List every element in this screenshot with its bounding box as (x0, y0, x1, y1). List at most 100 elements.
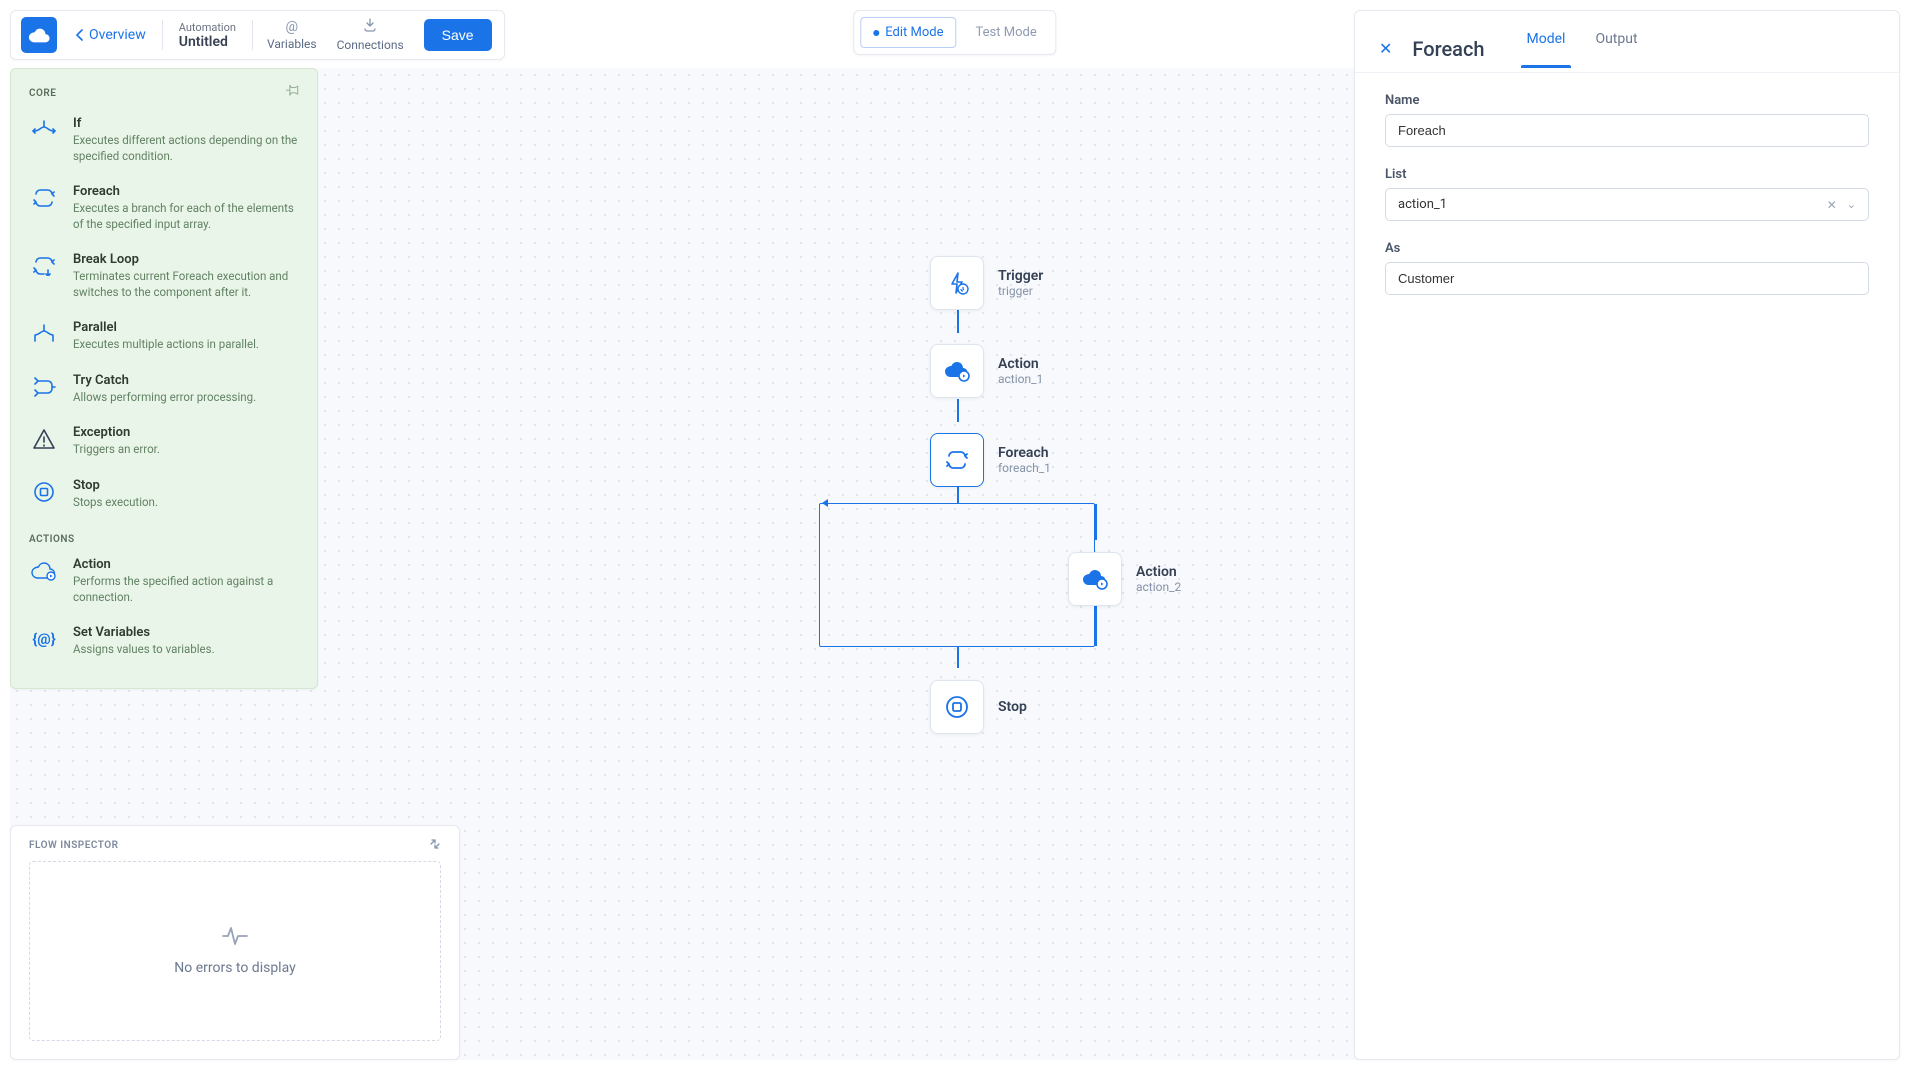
palette-item-stop[interactable]: Stop Stops execution. (15, 468, 313, 521)
palette-item-setvars[interactable]: {@} Set Variables Assigns values to varia… (15, 615, 313, 668)
active-dot-icon (873, 30, 879, 36)
main-toolbar: Overview Automation Untitled @ Variables… (10, 10, 505, 60)
node-id: foreach_1 (998, 461, 1051, 475)
node-id: action_1 (998, 372, 1043, 386)
as-label: As (1385, 241, 1869, 256)
action-icon (930, 344, 984, 398)
import-icon (363, 18, 377, 36)
node-id: trigger (998, 284, 1043, 298)
pin-icon[interactable] (286, 85, 299, 102)
component-palette: CORE IfExecutes different actions depend… (10, 68, 318, 689)
node-action-2[interactable]: Actionaction_2 (1068, 552, 1181, 606)
item-name: Stop (73, 478, 158, 493)
item-name: Try Catch (73, 373, 256, 388)
panel-title: Foreach (1412, 37, 1484, 61)
variables-label: Variables (267, 37, 317, 51)
action-icon (29, 557, 59, 585)
palette-item-if[interactable]: IfExecutes different actions depending o… (15, 106, 313, 174)
properties-panel: ✕ Foreach Model Output Name List action_… (1354, 10, 1900, 1060)
automation-title[interactable]: Automation Untitled (167, 21, 248, 50)
palette-item-trycatch[interactable]: Try CatchAllows performing error process… (15, 363, 313, 416)
connector (1095, 504, 1097, 540)
flow-inspector: FLOW INSPECTOR No errors to display (10, 825, 460, 1060)
save-button[interactable]: Save (424, 19, 492, 51)
stop-icon (930, 680, 984, 734)
inspector-title: FLOW INSPECTOR (29, 840, 119, 851)
close-icon[interactable]: ✕ (1379, 39, 1392, 58)
item-name: Break Loop (73, 252, 299, 267)
name-input[interactable] (1385, 114, 1869, 147)
item-desc: Executes different actions depending on … (73, 133, 299, 164)
connector (957, 399, 959, 422)
activity-icon (222, 926, 248, 950)
connector (957, 487, 959, 503)
edit-mode-label: Edit Mode (885, 25, 943, 40)
cloud-icon (28, 27, 50, 43)
test-mode-button[interactable]: Test Mode (963, 17, 1050, 48)
foreach-loop-frame (819, 503, 1095, 647)
tab-model[interactable]: Model (1521, 31, 1572, 67)
as-input[interactable] (1385, 262, 1869, 295)
tab-output[interactable]: Output (1589, 31, 1643, 67)
test-mode-label: Test Mode (976, 25, 1037, 40)
chevron-down-icon[interactable]: ⌄ (1847, 198, 1856, 212)
node-foreach[interactable]: Foreachforeach_1 (930, 433, 1051, 487)
automation-name: Untitled (179, 34, 236, 50)
node-name: Trigger (998, 268, 1043, 284)
palette-item-parallel[interactable]: ParallelExecutes multiple actions in par… (15, 310, 313, 363)
trycatch-icon (29, 373, 59, 401)
item-desc: Stops execution. (73, 495, 158, 511)
flow-graph: Triggertrigger Actionaction_1 Foreachfor… (875, 190, 1275, 790)
foreach-icon (29, 184, 59, 212)
item-name: Set Variables (73, 625, 215, 640)
item-desc: Performs the specified action against a … (73, 574, 299, 605)
divider (162, 20, 163, 50)
node-stop[interactable]: Stop (930, 680, 1027, 734)
palette-item-foreach[interactable]: Foreach Executes a branch for each of the… (15, 174, 313, 242)
parallel-icon (29, 320, 59, 348)
overview-label: Overview (89, 27, 146, 43)
setvars-icon: {@} (29, 625, 59, 653)
trigger-icon (930, 256, 984, 310)
foreach-icon (930, 433, 984, 487)
action-icon (1068, 552, 1122, 606)
item-desc: Executes multiple actions in parallel. (73, 337, 259, 353)
inspector-empty-message: No errors to display (174, 960, 295, 976)
clear-icon[interactable]: ✕ (1827, 198, 1837, 212)
item-desc: Executes a branch for each of the elemen… (73, 201, 299, 232)
list-select[interactable]: action_1 ✕ ⌄ (1385, 188, 1869, 221)
item-desc: Terminates current Foreach execution and… (73, 269, 299, 300)
palette-actions-header: ACTIONS (15, 520, 313, 547)
palette-item-breakloop[interactable]: Break Loop Terminates current Foreach exe… (15, 242, 313, 310)
overview-link[interactable]: Overview (63, 27, 158, 43)
palette-core-header: CORE (29, 88, 56, 99)
arrow-icon (822, 498, 832, 508)
node-trigger[interactable]: Triggertrigger (930, 256, 1043, 310)
item-name: Exception (73, 425, 160, 440)
node-id: action_2 (1136, 580, 1181, 594)
list-value: action_1 (1398, 197, 1447, 212)
stop-icon (29, 478, 59, 506)
item-desc: Assigns values to variables. (73, 642, 215, 658)
expand-icon[interactable] (429, 838, 441, 853)
connections-tab[interactable]: Connections (327, 18, 414, 52)
mode-selector: Edit Mode Test Mode (853, 10, 1056, 55)
node-name: Foreach (998, 445, 1051, 461)
app-logo[interactable] (21, 17, 57, 53)
exception-icon (29, 425, 59, 453)
variables-tab[interactable]: @ Variables (257, 19, 327, 51)
at-icon: @ (285, 19, 298, 35)
connector (1095, 606, 1097, 646)
node-name: Action (1136, 564, 1181, 580)
palette-item-action[interactable]: ActionPerforms the specified action agai… (15, 547, 313, 615)
break-loop-icon (29, 252, 59, 280)
edit-mode-button[interactable]: Edit Mode (860, 17, 956, 48)
if-icon (29, 116, 59, 144)
item-name: Foreach (73, 184, 299, 199)
palette-item-exception[interactable]: ExceptionTriggers an error. (15, 415, 313, 468)
chevron-left-icon (75, 29, 83, 41)
connector (957, 310, 959, 333)
node-action-1[interactable]: Actionaction_1 (930, 344, 1043, 398)
node-name: Action (998, 356, 1043, 372)
connections-label: Connections (337, 38, 404, 52)
